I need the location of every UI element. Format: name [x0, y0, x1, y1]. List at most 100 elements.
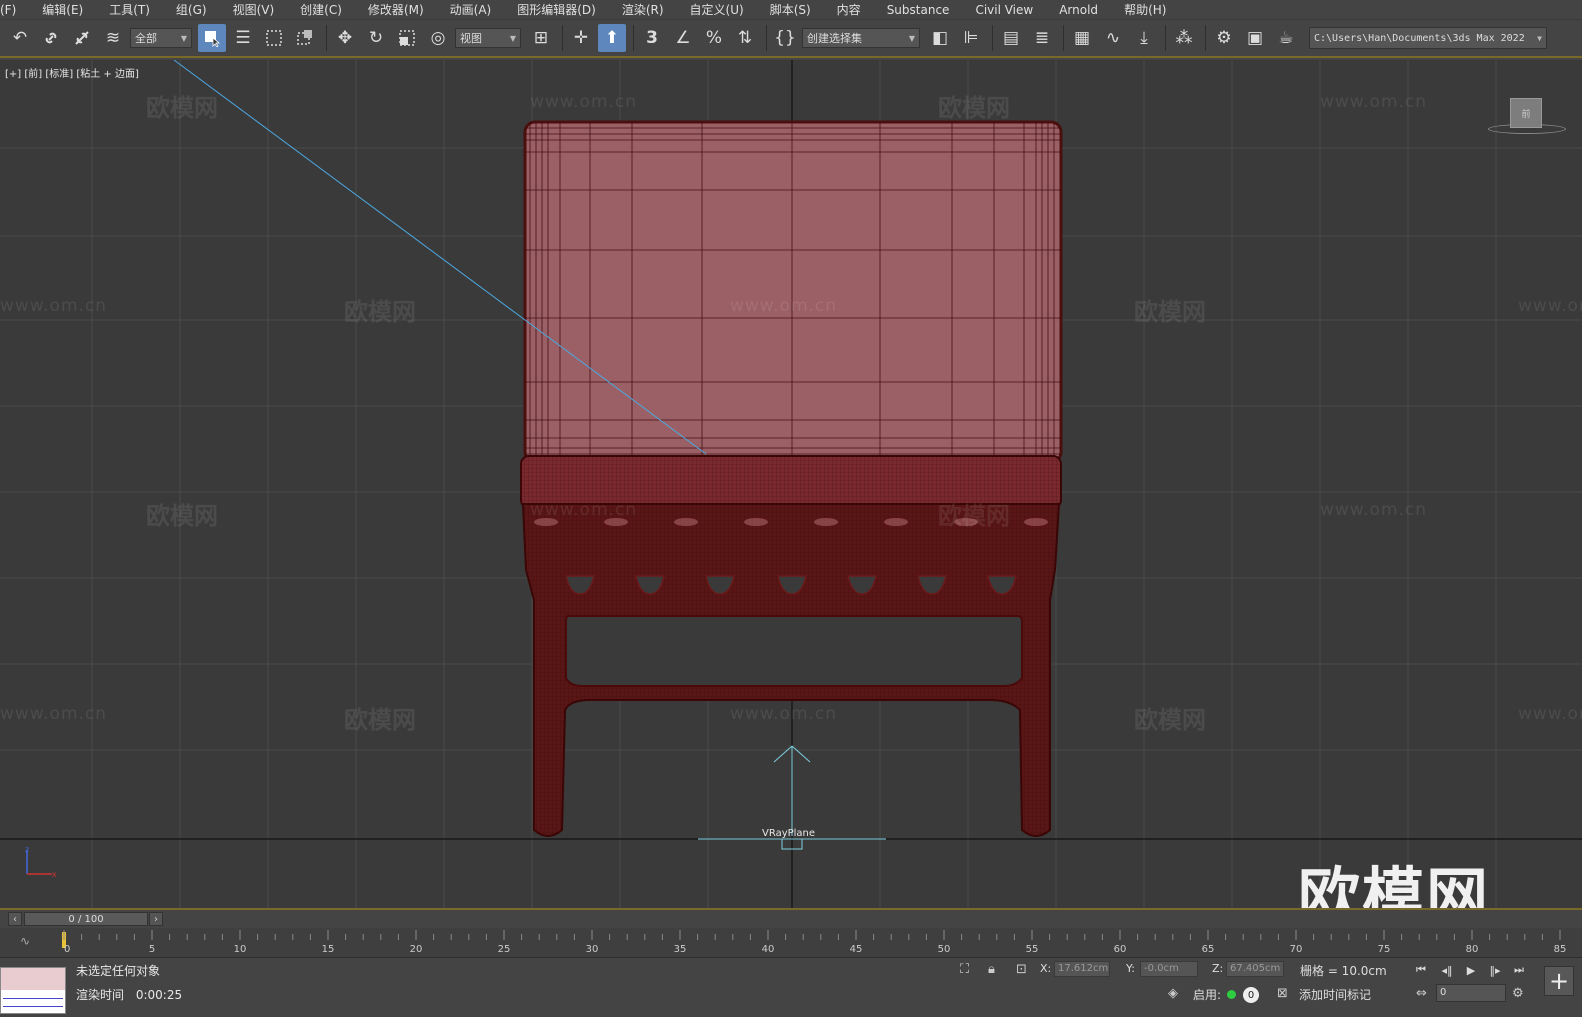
isolate-selection-icon[interactable]: ⛶ [960, 962, 969, 977]
link-icon[interactable] [37, 24, 65, 52]
frame-tick-label: 55 [1026, 944, 1039, 955]
selection-filter-value: 全部 [135, 32, 157, 45]
x-coord-field[interactable]: 17.612cm [1054, 961, 1110, 977]
undo-icon[interactable]: ↶ [6, 24, 34, 52]
rectangle-region-icon[interactable] [260, 24, 288, 52]
add-button[interactable]: + [1544, 966, 1574, 996]
main-toolbar: ↶ ≋ 全部 ▼ ☰ ✥ ↻ ◎ 视图 ▼ ⊞ ✛ ⬆ 3 ∠ % ⇅ {} 创… [0, 20, 1582, 58]
rendered-frame-window-icon[interactable]: ▣ [1241, 24, 1269, 52]
menu-create[interactable]: 创建(C) [287, 0, 355, 20]
maxscript-mini-listener[interactable] [0, 967, 66, 1014]
menu-help[interactable]: 帮助(H) [1111, 0, 1179, 20]
project-path-field[interactable]: C:\Users\Han\Documents\3ds Max 2022 ▼ [1309, 27, 1547, 49]
align-icon[interactable]: ⊫ [957, 24, 985, 52]
toolbar-separator [562, 25, 563, 51]
frame-tick-label: 50 [938, 944, 951, 955]
render-production-icon[interactable]: ☕ [1272, 24, 1300, 52]
menu-modifiers[interactable]: 修改器(M) [355, 0, 437, 20]
time-configuration-icon[interactable]: ⚙ [1512, 986, 1524, 1001]
manipulate-icon[interactable]: ✛ [567, 24, 595, 52]
add-time-tag-button[interactable]: 添加时间标记 [1299, 986, 1371, 1003]
menu-rendering[interactable]: 渲染(R) [609, 0, 677, 20]
schematic-view-icon[interactable]: ⤓ [1130, 24, 1158, 52]
front-viewport[interactable]: [+] [前] [标准] [粘土 + 边面] z x 欧模网 www.om.cn… [0, 60, 1582, 908]
time-slider-knob[interactable]: 0 / 100 [24, 912, 148, 926]
play-icon[interactable]: ▶ [1460, 960, 1482, 980]
time-tag-icon[interactable]: ⊠ [1277, 986, 1288, 1001]
menu-civil-view[interactable]: Civil View [962, 0, 1046, 20]
menu-scripting[interactable]: 脚本(S) [757, 0, 824, 20]
frame-tick-label: 60 [1114, 944, 1127, 955]
vrayplane-label: VRayPlane [762, 828, 816, 839]
selection-lock-icon[interactable]: 🔒︎ [988, 962, 995, 977]
frame-tick-label: 70 [1290, 944, 1303, 955]
menu-group[interactable]: 组(G) [163, 0, 220, 20]
z-coord-label: Z: [1212, 962, 1224, 975]
previous-frame-arrow-icon[interactable]: ‹ [8, 912, 22, 926]
z-coord-field[interactable]: 67.405cm [1226, 961, 1284, 977]
reference-coordinate-dropdown[interactable]: 视图 ▼ [455, 28, 521, 48]
move-icon[interactable]: ✥ [331, 24, 359, 52]
selection-filter-dropdown[interactable]: 全部 ▼ [130, 28, 192, 48]
place-icon[interactable]: ◎ [424, 24, 452, 52]
menu-edit[interactable]: 编辑(E) [29, 0, 96, 20]
named-selection-dropdown[interactable]: 创建选择集 ▼ [802, 28, 920, 48]
menu-substance[interactable]: Substance [874, 0, 963, 20]
select-by-name-icon[interactable]: ☰ [229, 24, 257, 52]
menu-tools[interactable]: 工具(T) [96, 0, 163, 20]
time-slider[interactable]: ‹ 0 / 100 › [0, 908, 1582, 928]
viewcube[interactable]: 前 [1510, 98, 1542, 128]
menu-animation[interactable]: 动画(A) [437, 0, 505, 20]
toolbar-separator [633, 25, 634, 51]
viewport-label-menu[interactable]: [+] [前] [标准] [粘土 + 边面] [5, 65, 139, 80]
ribbon-icon[interactable]: ▦ [1068, 24, 1096, 52]
toolbar-separator [1165, 25, 1166, 51]
menu-content[interactable]: 内容 [824, 0, 874, 20]
frame-tick-label: 20 [410, 944, 423, 955]
absolute-mode-transform-icon[interactable]: ⊡ [1016, 962, 1027, 977]
reference-coordinate-value: 视图 [460, 32, 482, 45]
material-editor-icon[interactable]: ⁂ [1170, 24, 1198, 52]
mini-curve-editor-icon[interactable]: ∿ [20, 934, 30, 948]
pivot-icon[interactable]: ⊞ [527, 24, 555, 52]
y-coord-field[interactable]: -0.0cm [1140, 961, 1198, 977]
scale-icon[interactable] [393, 24, 421, 52]
spinner-snap-icon[interactable]: ⇅ [731, 24, 759, 52]
keyboard-shortcut-override-icon[interactable]: ⬆ [598, 24, 626, 52]
go-to-start-icon[interactable]: ⏮ [1410, 960, 1432, 980]
next-frame-icon[interactable]: ‖▸ [1484, 960, 1506, 980]
angle-snap-icon[interactable]: ∠ [669, 24, 697, 52]
menu-file[interactable]: (F) [0, 0, 29, 20]
bind-space-warp-icon[interactable]: ≋ [99, 24, 127, 52]
rotate-icon[interactable]: ↻ [362, 24, 390, 52]
snap-3d-icon[interactable]: 3 [638, 24, 666, 52]
mirror-icon[interactable]: ◧ [926, 24, 954, 52]
edit-named-selection-icon[interactable]: {} [771, 24, 799, 52]
chevron-down-icon: ▼ [908, 33, 915, 43]
frame-tick-label: 40 [762, 944, 775, 955]
previous-frame-icon[interactable]: ◂‖ [1436, 960, 1458, 980]
next-frame-arrow-icon[interactable]: › [149, 912, 163, 926]
select-object-icon[interactable] [198, 24, 226, 52]
key-mode-icon[interactable]: ⇔ [1416, 986, 1427, 1001]
unlink-icon[interactable] [68, 24, 96, 52]
status-bar: 未选定任何对象 渲染时间 0:00:25 ⛶ 🔒︎ ⊡ X: 17.612cm … [0, 958, 1582, 1017]
render-setup-icon[interactable]: ⚙ [1210, 24, 1238, 52]
project-path-value: C:\Users\Han\Documents\3ds Max 2022 [1314, 32, 1525, 44]
chevron-down-icon: ▼ [509, 33, 516, 43]
menu-customize[interactable]: 自定义(U) [677, 0, 757, 20]
menu-graph-editors[interactable]: 图形编辑器(D) [504, 0, 609, 20]
menu-arnold[interactable]: Arnold [1046, 0, 1111, 20]
current-frame-field[interactable]: 0 [1436, 984, 1506, 1002]
layer-explorer-icon[interactable]: ≣ [1028, 24, 1056, 52]
percent-snap-icon[interactable]: % [700, 24, 728, 52]
window-crossing-icon[interactable] [291, 24, 319, 52]
scene-explorer-icon[interactable]: ▤ [997, 24, 1025, 52]
curve-editor-icon[interactable]: ∿ [1099, 24, 1127, 52]
menu-views[interactable]: 视图(V) [220, 0, 288, 20]
track-bar[interactable]: ∿ 0 5 10 15 20 25 30 35 40 45 50 55 60 65 70 75 80 85 [0, 928, 1582, 958]
go-to-end-icon[interactable]: ⏭ [1508, 960, 1530, 980]
frame-tick-label: 80 [1466, 944, 1479, 955]
frame-tick-label: 65 [1202, 944, 1215, 955]
adaptive-degradation-icon[interactable]: ◈ [1168, 986, 1178, 1001]
